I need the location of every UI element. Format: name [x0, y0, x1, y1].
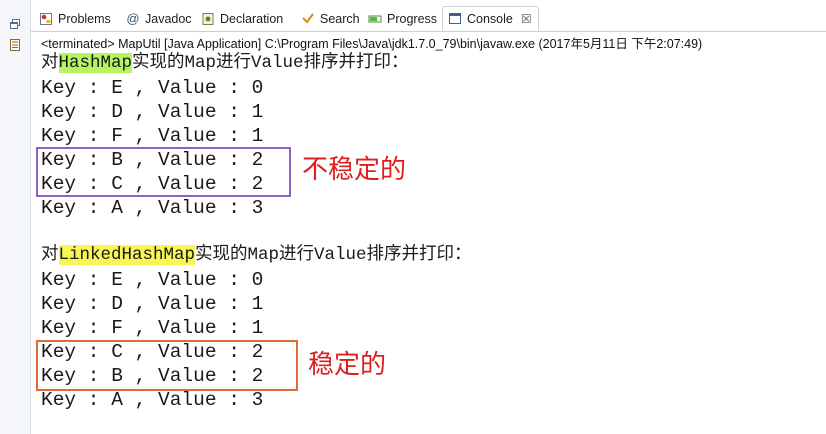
- view-tab-bar: Problems @ Javadoc Declaration Search Pr…: [31, 6, 826, 32]
- tab-problems[interactable]: Problems: [39, 8, 111, 30]
- stable-annotation: 稳定的: [308, 350, 387, 380]
- progress-icon: [368, 12, 382, 26]
- tab-javadoc[interactable]: @ Javadoc: [126, 8, 192, 30]
- tab-declaration[interactable]: Declaration: [201, 8, 283, 30]
- unstable-order-box: [36, 147, 291, 197]
- tab-label: Console: [467, 11, 513, 26]
- header-prefix: 对: [41, 245, 59, 265]
- highlighted-text: LinkedHashMap: [58, 245, 196, 265]
- close-icon[interactable]: ☒: [521, 12, 532, 26]
- console-line: Key : D , Value : 1: [41, 101, 264, 123]
- tab-label: Search: [320, 12, 360, 26]
- header-suffix: 实现的Map进行Value排序并打印：: [195, 245, 472, 265]
- console-line: Key : D , Value : 1: [41, 293, 264, 315]
- search-icon: [301, 12, 315, 26]
- console-line: Key : A , Value : 3: [41, 197, 264, 219]
- console-icon: [448, 12, 462, 26]
- header-prefix: 对: [41, 53, 59, 73]
- unstable-annotation: 不稳定的: [302, 155, 407, 185]
- console-status-line: <terminated> MapUtil [Java Application] …: [41, 37, 703, 51]
- tab-console[interactable]: Console ☒: [442, 6, 539, 31]
- section1-header: 对HashMap实现的Map进行Value排序并打印：: [41, 52, 409, 74]
- console-line: Key : F , Value : 1: [41, 317, 264, 339]
- tab-progress[interactable]: Progress: [368, 8, 437, 30]
- highlighted-text: HashMap: [58, 53, 133, 73]
- console-line: Key : E , Value : 0: [41, 269, 264, 291]
- tab-label: Declaration: [220, 12, 284, 26]
- restore-icon[interactable]: [7, 17, 23, 31]
- console-line: Key : A , Value : 3: [41, 389, 264, 411]
- stable-order-box: [36, 340, 298, 391]
- console-view-icon[interactable]: [7, 38, 23, 52]
- console-line: Key : E , Value : 0: [41, 77, 264, 99]
- tab-search[interactable]: Search: [301, 8, 360, 30]
- tab-label: Problems: [58, 12, 111, 26]
- at-sign-icon: @: [126, 11, 140, 26]
- left-trim-stack: [0, 0, 31, 434]
- problems-icon: [39, 12, 53, 26]
- console-line: Key : F , Value : 1: [41, 125, 264, 147]
- tab-label: Progress: [387, 12, 438, 26]
- tab-label: Javadoc: [145, 12, 192, 26]
- section2-header: 对LinkedHashMap实现的Map进行Value排序并打印：: [41, 244, 472, 266]
- header-suffix: 实现的Map进行Value排序并打印：: [132, 53, 409, 73]
- declaration-icon: [201, 12, 215, 26]
